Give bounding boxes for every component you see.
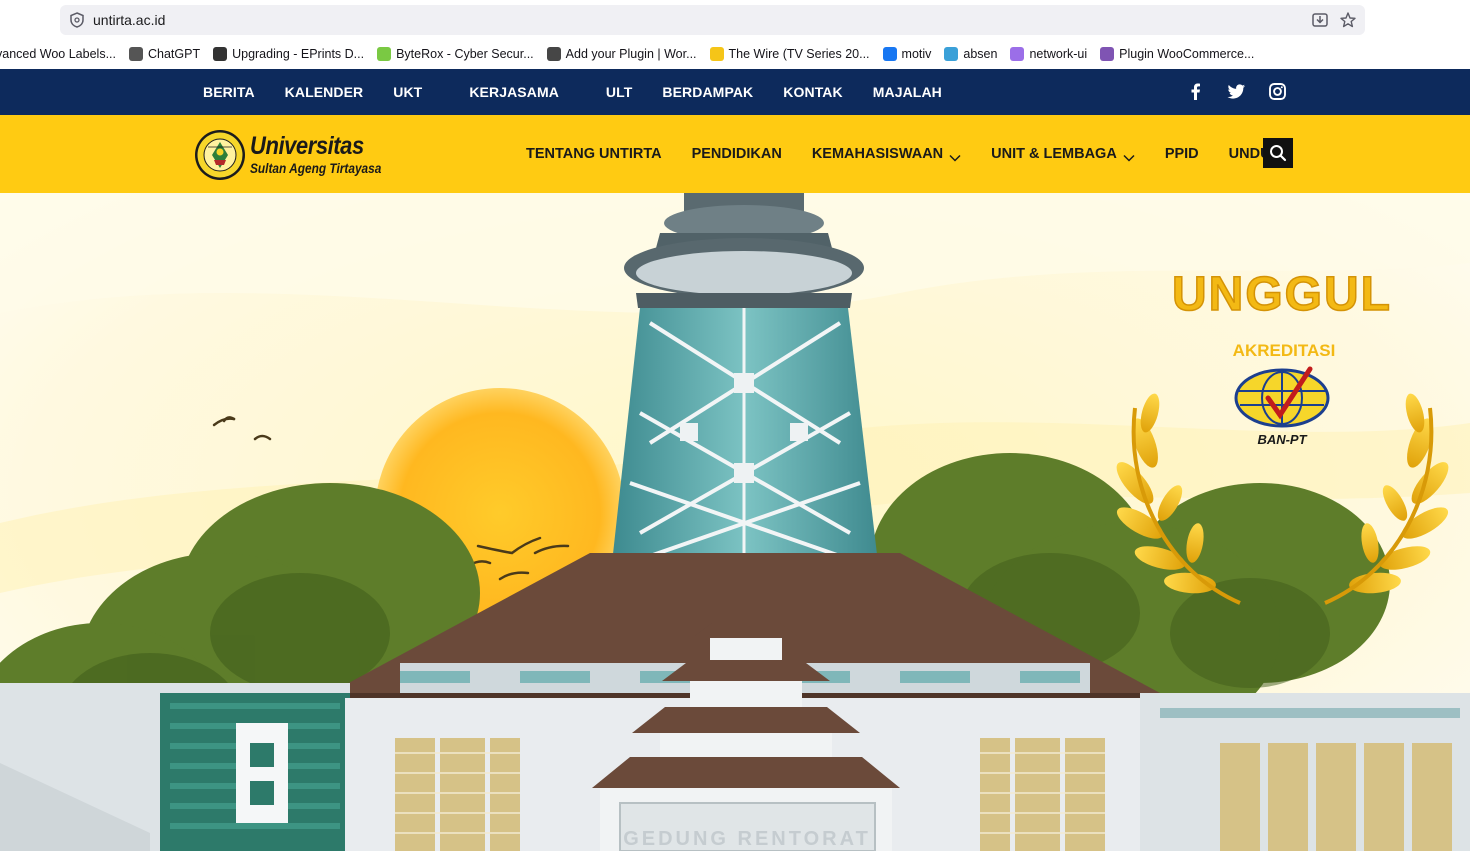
badge-org: BAN-PT: [1257, 432, 1307, 447]
twitter-icon[interactable]: [1227, 82, 1246, 101]
bookmark-item[interactable]: vanced Woo Labels...: [0, 47, 116, 61]
building-sign-text: GEDUNG RENTORAT: [623, 828, 871, 850]
search-button[interactable]: [1263, 138, 1293, 168]
university-logo[interactable]: Universitas Sultan Ageng Tirtayasa: [194, 127, 394, 181]
topnav-link-majalah[interactable]: MAJALAH: [873, 84, 942, 100]
nav-label: PPID: [1164, 146, 1199, 162]
bookmark-item[interactable]: Upgrading - EPrints D...: [213, 47, 364, 61]
bookmark-item[interactable]: absen: [944, 47, 997, 61]
bookmark-favicon-icon: [1100, 47, 1115, 61]
bookmark-favicon-icon: [213, 47, 228, 61]
nav-tentang-untirta[interactable]: TENTANG UNTIRTA: [526, 146, 662, 162]
bookmark-label: absen: [963, 47, 998, 61]
topnav-link-kontak[interactable]: KONTAK: [783, 84, 842, 100]
bookmark-item[interactable]: motiv: [882, 47, 932, 61]
bookmark-label: Upgrading - EPrints D...: [232, 47, 365, 61]
bookmark-favicon-icon: [1010, 47, 1025, 61]
bookmark-label: The Wire (TV Series 20...: [728, 47, 870, 61]
search-icon: [1270, 145, 1287, 162]
bookmark-favicon-icon: [944, 47, 959, 61]
bookmark-label: Plugin WooCommerce...: [1119, 47, 1255, 61]
nav-kemahasiswaan[interactable]: KEMAHASISWAAN: [812, 146, 961, 162]
shield-icon[interactable]: [68, 11, 86, 29]
badge-subtitle: AKREDITASI: [1233, 341, 1336, 360]
bookmark-favicon-icon: [709, 47, 724, 61]
chevron-down-icon: [949, 150, 961, 162]
nav-label: PENDIDIKAN: [691, 146, 782, 162]
bookmark-item[interactable]: The Wire (TV Series 20...: [709, 47, 870, 61]
badge-title: UNGGUL: [1172, 268, 1392, 321]
topnav-link-kerjasama[interactable]: KERJASAMA: [469, 84, 559, 100]
bookmark-label: ChatGPT: [147, 47, 201, 61]
chevron-down-icon: [1123, 150, 1135, 162]
bookmarks-bar: vanced Woo Labels... ChatGPT Upgrading - E…: [0, 42, 1470, 66]
bookmark-favicon-icon: [377, 47, 392, 61]
bookmark-label: vanced Woo Labels...: [0, 47, 116, 61]
main-navigation: Universitas Sultan Ageng Tirtayasa TENTA…: [0, 115, 1470, 193]
nav-label: UNIT & LEMBAGA: [991, 146, 1117, 162]
star-icon[interactable]: [1339, 11, 1357, 29]
nav-label: KEMAHASISWAAN: [811, 146, 944, 162]
instagram-icon[interactable]: [1268, 82, 1287, 101]
download-page-icon[interactable]: [1311, 11, 1329, 29]
nav-unit-lembaga[interactable]: UNIT & LEMBAGA: [991, 146, 1135, 162]
browser-chrome: untirta.ac.id vanced Woo Labels... ChatGP…: [0, 0, 1470, 69]
bookmark-item[interactable]: network-ui: [1010, 47, 1087, 61]
nav-ppid[interactable]: PPID: [1165, 146, 1199, 162]
logo-subtitle: Sultan Ageng Tirtayasa: [250, 161, 382, 176]
topnav-link-berita[interactable]: BERITA: [203, 84, 255, 100]
bookmark-item[interactable]: ChatGPT: [128, 47, 201, 61]
university-emblem-icon: [194, 129, 246, 181]
address-bar[interactable]: untirta.ac.id: [60, 5, 1365, 35]
hero-illustration: GEDUNG RENTORAT UNGGUL AKREDITASI BAN-PT: [0, 193, 1470, 851]
url-text[interactable]: untirta.ac.id: [93, 12, 165, 28]
bookmark-item[interactable]: ByteRox - Cyber Secur...: [377, 47, 534, 61]
bookmark-favicon-icon: [882, 47, 897, 61]
facebook-icon[interactable]: [1186, 82, 1205, 101]
bookmark-item[interactable]: Add your Plugin | Wor...: [546, 47, 697, 61]
bookmark-label: network-ui: [1029, 47, 1088, 61]
topnav-link-ult[interactable]: ULT: [606, 84, 632, 100]
bookmark-favicon-icon: [128, 47, 143, 61]
logo-title: Universitas: [250, 132, 364, 160]
bookmark-favicon-icon: [546, 47, 561, 61]
nav-label: TENTANG UNTIRTA: [526, 146, 662, 162]
bookmark-label: ByteRox - Cyber Secur...: [396, 47, 534, 61]
topnav-link-berdampak[interactable]: BERDAMPAK: [662, 84, 753, 100]
bookmark-item[interactable]: Plugin WooCommerce...: [1100, 47, 1254, 61]
bookmark-label: motiv: [901, 47, 932, 61]
topnav-link-ukt[interactable]: UKT: [393, 84, 422, 100]
top-navigation: BERITA KALENDER UKT KERJASAMA ULT BERDAM…: [0, 69, 1470, 115]
bookmark-label: Add your Plugin | Wor...: [565, 47, 697, 61]
nav-pendidikan[interactable]: PENDIDIKAN: [692, 146, 782, 162]
topnav-link-kalender[interactable]: KALENDER: [285, 84, 364, 100]
hero-banner: GEDUNG RENTORAT UNGGUL AKREDITASI BAN-PT: [0, 193, 1470, 851]
